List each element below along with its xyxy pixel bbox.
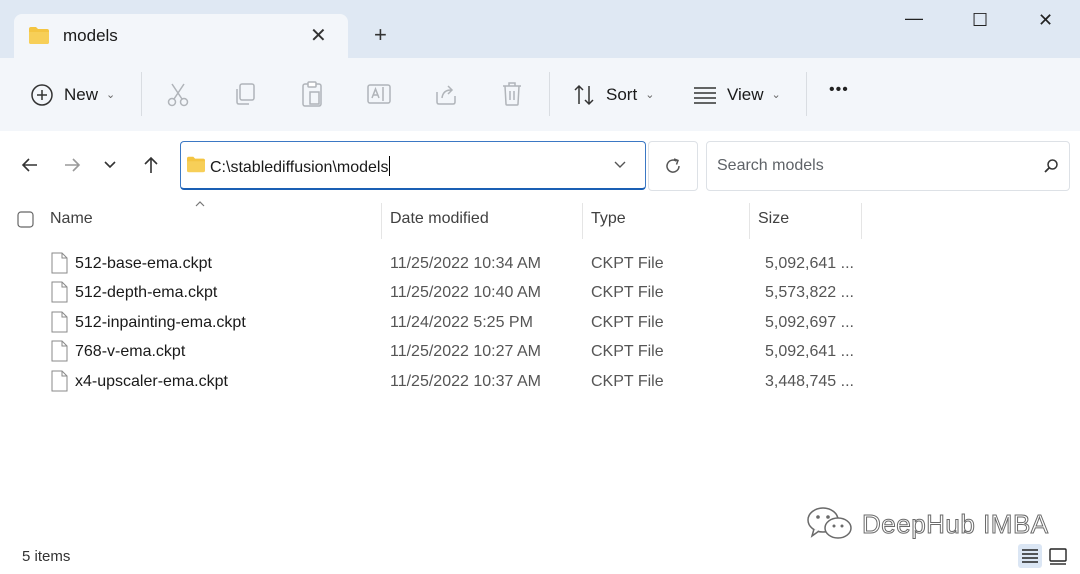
sort-icon bbox=[574, 84, 594, 105]
more-options-icon[interactable]: ••• bbox=[829, 81, 849, 99]
new-button[interactable]: New ⌄ bbox=[30, 58, 115, 131]
text-caret bbox=[389, 156, 391, 176]
tab-models[interactable]: models ✕ bbox=[14, 14, 348, 58]
file-size: 5,573,822 ... bbox=[765, 284, 854, 301]
column-divider[interactable] bbox=[381, 203, 382, 239]
address-bar[interactable]: C:\stablediffusion\models bbox=[180, 141, 646, 190]
title-bar: models ✕ + — ☐ ✕ bbox=[0, 0, 1080, 58]
search-placeholder: Search models bbox=[717, 157, 824, 174]
view-button[interactable]: View ⌄ bbox=[693, 58, 781, 131]
file-row[interactable]: 768-v-ema.ckpt 11/25/2022 10:27 AM CKPT … bbox=[0, 338, 1080, 367]
plus-circle-icon bbox=[31, 83, 53, 106]
address-path-wrapper: C:\stablediffusion\models bbox=[210, 156, 391, 177]
file-row[interactable]: 512-depth-ema.ckpt 11/25/2022 10:40 AM C… bbox=[0, 279, 1080, 308]
status-bar: 5 items bbox=[0, 536, 1080, 574]
tab-title: models bbox=[63, 26, 118, 45]
file-name: 512-base-ema.ckpt bbox=[75, 255, 212, 272]
select-all-checkbox[interactable] bbox=[17, 211, 35, 229]
recent-locations-chevron-icon[interactable] bbox=[102, 159, 118, 171]
cut-icon[interactable] bbox=[166, 82, 190, 108]
chevron-down-icon: ⌄ bbox=[645, 89, 655, 101]
file-type: CKPT File bbox=[591, 255, 664, 272]
file-row[interactable]: 512-inpainting-ema.ckpt 11/24/2022 5:25 … bbox=[0, 309, 1080, 338]
file-date-modified: 11/25/2022 10:40 AM bbox=[390, 284, 541, 301]
column-header-type[interactable]: Type bbox=[591, 210, 626, 228]
sort-ascending-caret-icon bbox=[195, 201, 205, 207]
search-box[interactable]: Search models bbox=[706, 141, 1070, 191]
file-name: 768-v-ema.ckpt bbox=[75, 343, 186, 360]
file-name: 512-inpainting-ema.ckpt bbox=[75, 314, 246, 331]
column-header-size[interactable]: Size bbox=[758, 210, 789, 228]
file-size: 3,448,745 ... bbox=[765, 373, 854, 390]
chevron-down-icon: ⌄ bbox=[106, 89, 116, 101]
file-row[interactable]: x4-upscaler-ema.ckpt 11/25/2022 10:37 AM… bbox=[0, 368, 1080, 397]
sort-button[interactable]: Sort ⌄ bbox=[572, 58, 654, 131]
share-icon[interactable] bbox=[434, 82, 458, 106]
file-date-modified: 11/25/2022 10:27 AM bbox=[390, 343, 541, 360]
column-divider[interactable] bbox=[582, 203, 583, 239]
column-header-name[interactable]: Name bbox=[50, 210, 93, 228]
file-size: 5,092,641 ... bbox=[765, 343, 854, 360]
watermark-text: DeepHub IMBA bbox=[862, 508, 1049, 539]
file-icon bbox=[51, 311, 68, 333]
back-arrow-icon[interactable] bbox=[20, 155, 40, 175]
folder-icon bbox=[28, 25, 50, 50]
toolbar-divider bbox=[549, 72, 550, 116]
close-tab-icon[interactable]: ✕ bbox=[310, 26, 327, 46]
file-name: x4-upscaler-ema.ckpt bbox=[75, 373, 228, 390]
file-icon bbox=[51, 252, 68, 274]
address-path: C:\stablediffusion\models bbox=[210, 159, 389, 176]
delete-icon[interactable] bbox=[501, 81, 523, 107]
refresh-button[interactable] bbox=[648, 141, 698, 191]
file-icon bbox=[51, 370, 68, 392]
view-label: View bbox=[727, 84, 764, 104]
file-name: 512-depth-ema.ckpt bbox=[75, 284, 218, 301]
copy-icon[interactable] bbox=[233, 82, 257, 108]
file-date-modified: 11/24/2022 5:25 PM bbox=[390, 314, 533, 331]
file-size: 5,092,697 ... bbox=[765, 314, 854, 331]
forward-arrow-icon[interactable] bbox=[62, 155, 82, 175]
file-type: CKPT File bbox=[591, 343, 664, 360]
minimize-button[interactable]: — bbox=[905, 8, 923, 29]
view-list-icon bbox=[694, 86, 716, 104]
refresh-icon bbox=[666, 158, 680, 173]
file-row[interactable]: 512-base-ema.ckpt 11/25/2022 10:34 AM CK… bbox=[0, 250, 1080, 279]
file-icon bbox=[51, 340, 68, 362]
file-icon bbox=[51, 281, 68, 303]
file-type: CKPT File bbox=[591, 373, 664, 390]
maximize-button[interactable]: ☐ bbox=[972, 10, 988, 31]
folder-icon bbox=[187, 156, 205, 173]
details-view-button[interactable] bbox=[1018, 544, 1042, 568]
command-bar: New ⌄ Sort ⌄ View ⌄ ••• bbox=[0, 58, 1080, 132]
toolbar-divider bbox=[141, 72, 142, 116]
column-header-date-modified[interactable]: Date modified bbox=[390, 210, 489, 228]
up-arrow-icon[interactable] bbox=[141, 155, 161, 175]
search-icon bbox=[1044, 159, 1058, 173]
column-divider[interactable] bbox=[861, 203, 862, 239]
file-date-modified: 11/25/2022 10:34 AM bbox=[390, 255, 541, 272]
new-label: New bbox=[64, 84, 99, 104]
toolbar-divider bbox=[806, 72, 807, 116]
chevron-down-icon: ⌄ bbox=[771, 89, 781, 101]
item-count: 5 items bbox=[22, 548, 71, 565]
tiles-view-icon bbox=[1049, 548, 1067, 565]
sort-label: Sort bbox=[606, 84, 638, 104]
tiles-view-button[interactable] bbox=[1046, 544, 1070, 568]
address-history-chevron-icon[interactable] bbox=[613, 160, 627, 170]
file-type: CKPT File bbox=[591, 314, 664, 331]
details-view-icon bbox=[1022, 549, 1038, 563]
rename-icon[interactable] bbox=[366, 82, 392, 106]
close-window-button[interactable]: ✕ bbox=[1038, 10, 1053, 31]
paste-icon[interactable] bbox=[300, 80, 324, 108]
new-tab-button[interactable]: + bbox=[374, 24, 387, 46]
file-size: 5,092,641 ... bbox=[765, 255, 854, 272]
file-type: CKPT File bbox=[591, 284, 664, 301]
file-date-modified: 11/25/2022 10:37 AM bbox=[390, 373, 541, 390]
column-divider[interactable] bbox=[749, 203, 750, 239]
